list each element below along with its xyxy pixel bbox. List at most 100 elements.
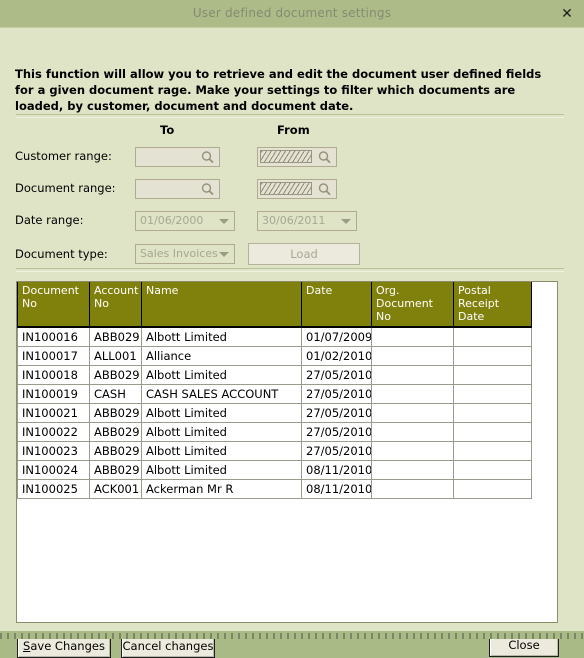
cell-name[interactable]: CASH SALES ACCOUNT [141, 384, 302, 404]
background-window-sliver [0, 633, 584, 639]
cell-name[interactable]: Albott Limited [141, 365, 302, 385]
title-bar: User defined document settings ✕ [0, 0, 584, 28]
close-x-icon[interactable]: ✕ [558, 5, 576, 23]
cell-document-no[interactable]: IN100016 [17, 327, 90, 347]
cell-date[interactable]: 08/11/2010 [301, 479, 372, 499]
cell-document-no[interactable]: IN100019 [17, 384, 90, 404]
divider-bottom [16, 268, 564, 272]
cell-account-no[interactable]: ABB029 [89, 460, 142, 480]
cell-org-document-no[interactable] [371, 441, 454, 461]
table-row[interactable]: IN100016 ABB029 Albott Limited 01/07/2009 [17, 327, 532, 347]
cell-org-document-no[interactable] [371, 346, 454, 366]
column-caption-to: To [160, 123, 175, 137]
cell-org-document-no[interactable] [371, 460, 454, 480]
column-header-date[interactable]: Date [301, 282, 372, 328]
table-row[interactable]: IN100021 ABB029 Albott Limited 27/05/2010 [17, 403, 532, 423]
cell-postal-receipt-date[interactable] [453, 441, 532, 461]
cell-name[interactable]: Albott Limited [141, 441, 302, 461]
cell-document-no[interactable]: IN100017 [17, 346, 90, 366]
date-range-from-combo[interactable]: 30/06/2011 [257, 211, 357, 231]
cell-account-no[interactable]: ABB029 [89, 365, 142, 385]
cell-account-no[interactable]: ABB029 [89, 327, 142, 347]
cell-date[interactable]: 27/05/2010 [301, 422, 372, 442]
cell-date[interactable]: 08/11/2010 [301, 460, 372, 480]
cell-account-no[interactable]: ABB029 [89, 422, 142, 442]
intro-text: This function will allow you to retrieve… [15, 67, 542, 113]
date-range-to-combo[interactable]: 01/06/2000 [135, 211, 235, 231]
chevron-down-icon [219, 219, 229, 224]
cell-org-document-no[interactable] [371, 384, 454, 404]
cell-name[interactable]: Ackerman Mr R [141, 479, 302, 499]
table-row[interactable]: IN100023 ABB029 Albott Limited 27/05/2010 [17, 441, 532, 461]
cell-date[interactable]: 27/05/2010 [301, 441, 372, 461]
cell-name[interactable]: Albott Limited [141, 327, 302, 347]
cell-account-no[interactable]: ALL001 [89, 346, 142, 366]
cell-date[interactable]: 27/05/2010 [301, 365, 372, 385]
customer-range-to-input[interactable] [135, 147, 220, 167]
cell-name[interactable]: Albott Limited [141, 460, 302, 480]
table-header-row: Document No Account No Name Date Org. Do… [17, 282, 532, 328]
cell-name[interactable]: Albott Limited [141, 422, 302, 442]
column-caption-from: From [277, 123, 310, 137]
cell-name[interactable]: Alliance [141, 346, 302, 366]
divider-top [16, 114, 564, 118]
save-accel-letter: S [23, 639, 31, 653]
cell-postal-receipt-date[interactable] [453, 327, 532, 347]
cell-date[interactable]: 27/05/2010 [301, 403, 372, 423]
hatched-pattern [260, 182, 312, 195]
column-header-org-document-no[interactable]: Org. Document No [371, 282, 454, 328]
cell-org-document-no[interactable] [371, 365, 454, 385]
cell-document-no[interactable]: IN100024 [17, 460, 90, 480]
cell-org-document-no[interactable] [371, 327, 454, 347]
table-row[interactable]: IN100019 CASH CASH SALES ACCOUNT 27/05/2010 [17, 384, 532, 404]
cell-postal-receipt-date[interactable] [453, 422, 532, 442]
column-header-account-no[interactable]: Account No [89, 282, 142, 328]
cell-postal-receipt-date[interactable] [453, 365, 532, 385]
label-document-range: Document range: [15, 181, 116, 195]
cell-org-document-no[interactable] [371, 403, 454, 423]
cell-document-no[interactable]: IN100018 [17, 365, 90, 385]
table-row[interactable]: IN100022 ABB029 Albott Limited 27/05/2010 [17, 422, 532, 442]
cell-account-no[interactable]: ABB029 [89, 403, 142, 423]
user-defined-document-settings-dialog: User defined document settings ✕ This fu… [0, 0, 584, 658]
dialog-body: This function will allow you to retrieve… [0, 28, 584, 658]
column-header-document-no[interactable]: Document No [17, 282, 90, 328]
cell-org-document-no[interactable] [371, 422, 454, 442]
magnifier-icon [200, 182, 215, 197]
table-row[interactable]: IN100025 ACK001 Ackerman Mr R 08/11/2010 [17, 479, 532, 499]
cell-postal-receipt-date[interactable] [453, 479, 532, 499]
cell-name[interactable]: Albott Limited [141, 403, 302, 423]
label-date-range: Date range: [15, 213, 84, 227]
table-row[interactable]: IN100018 ABB029 Albott Limited 27/05/2010 [17, 365, 532, 385]
column-header-name[interactable]: Name [141, 282, 302, 328]
cell-document-no[interactable]: IN100023 [17, 441, 90, 461]
date-range-from-value: 30/06/2011 [262, 214, 326, 227]
cell-account-no[interactable]: CASH [89, 384, 142, 404]
cell-date[interactable]: 01/02/2010 [301, 346, 372, 366]
label-customer-range: Customer range: [15, 149, 112, 163]
document-range-from-input[interactable] [257, 179, 337, 199]
cell-postal-receipt-date[interactable] [453, 460, 532, 480]
cell-date[interactable]: 27/05/2010 [301, 384, 372, 404]
magnifier-icon [317, 150, 332, 165]
cell-document-no[interactable]: IN100022 [17, 422, 90, 442]
cell-document-no[interactable]: IN100021 [17, 403, 90, 423]
cell-org-document-no[interactable] [371, 479, 454, 499]
document-range-to-input[interactable] [135, 179, 220, 199]
load-button[interactable]: Load [248, 243, 360, 265]
date-range-to-value: 01/06/2000 [140, 214, 204, 227]
document-type-combo[interactable]: Sales Invoices [135, 244, 235, 264]
cell-document-no[interactable]: IN100025 [17, 479, 90, 499]
column-header-postal-receipt-date[interactable]: Postal Receipt Date [453, 282, 532, 328]
cell-account-no[interactable]: ACK001 [89, 479, 142, 499]
cell-postal-receipt-date[interactable] [453, 384, 532, 404]
cell-account-no[interactable]: ABB029 [89, 441, 142, 461]
label-document-type: Document type: [15, 247, 108, 261]
table-row[interactable]: IN100024 ABB029 Albott Limited 08/11/2010 [17, 460, 532, 480]
customer-range-from-input[interactable] [257, 147, 337, 167]
cell-postal-receipt-date[interactable] [453, 403, 532, 423]
table-row[interactable]: IN100017 ALL001 Alliance 01/02/2010 [17, 346, 532, 366]
documents-grid[interactable]: Document No Account No Name Date Org. Do… [16, 281, 558, 623]
cell-postal-receipt-date[interactable] [453, 346, 532, 366]
cell-date[interactable]: 01/07/2009 [301, 327, 372, 347]
